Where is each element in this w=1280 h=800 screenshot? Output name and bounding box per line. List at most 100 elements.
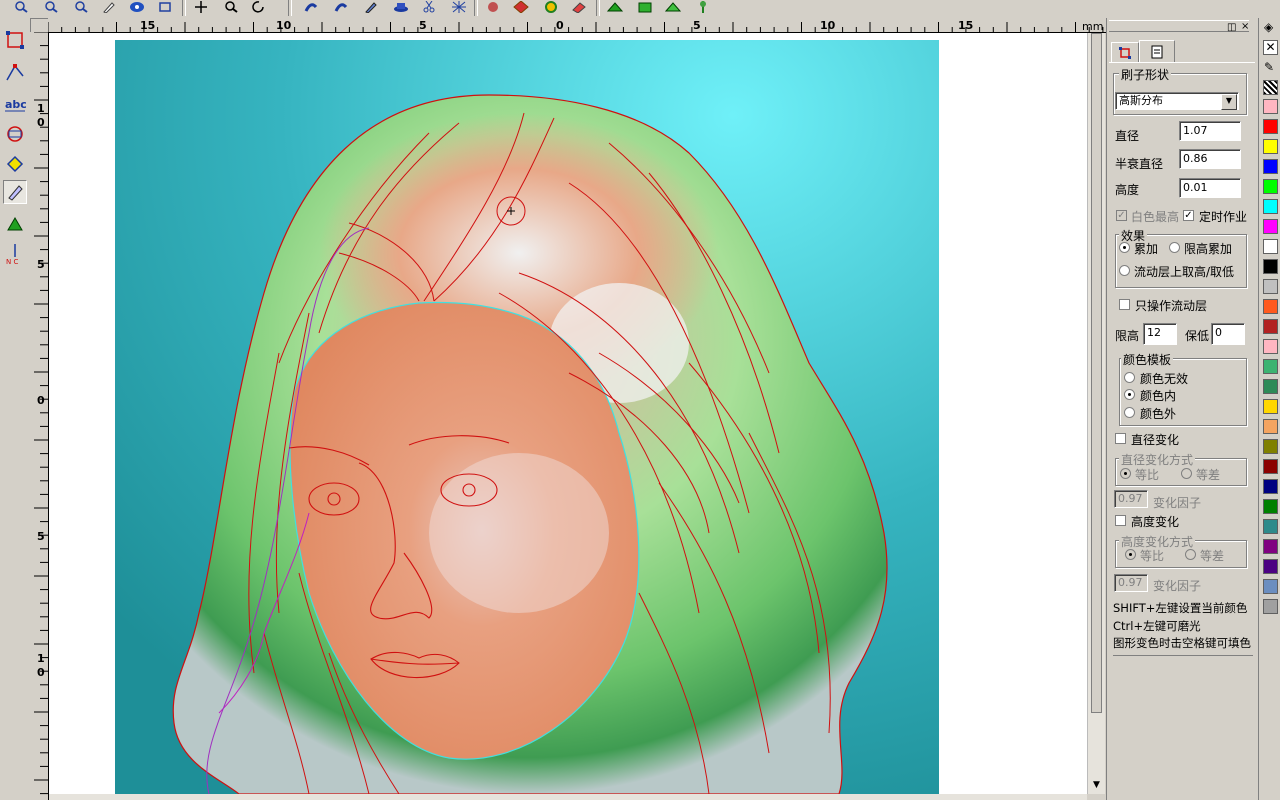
zoom-in-icon[interactable]: [42, 0, 60, 14]
color-swatch[interactable]: [1263, 559, 1278, 574]
color-swatch[interactable]: [1263, 199, 1278, 214]
color-swatch[interactable]: [1263, 179, 1278, 194]
layer-green-3-icon[interactable]: [664, 0, 682, 14]
color-swatch[interactable]: [1263, 99, 1278, 114]
edit-icon[interactable]: [100, 0, 118, 14]
timed-checkbox[interactable]: ✓: [1183, 210, 1194, 221]
scissors-icon[interactable]: [420, 0, 438, 14]
diameter-change-checkbox[interactable]: [1115, 433, 1126, 444]
brush-type-select[interactable]: 高斯分布 ▼: [1115, 92, 1239, 110]
shape-tool-icon[interactable]: [3, 122, 27, 146]
effect-flow-radio[interactable]: [1119, 265, 1130, 276]
tab-page[interactable]: [1139, 40, 1175, 63]
relief-tool-icon[interactable]: [3, 212, 27, 236]
color-swatch[interactable]: [1263, 319, 1278, 334]
zoom-window-icon[interactable]: [12, 0, 30, 14]
diameter-ratio-radio[interactable]: [1120, 468, 1131, 479]
color-swatch[interactable]: [1263, 519, 1278, 534]
pin-icon[interactable]: [694, 0, 712, 14]
color-swatch[interactable]: [1263, 299, 1278, 314]
half-decay-input[interactable]: 0.86: [1179, 149, 1241, 169]
color-outside-radio[interactable]: [1124, 407, 1135, 418]
color-swatch[interactable]: [1263, 219, 1278, 234]
color-swatch[interactable]: [1263, 479, 1278, 494]
sphere-icon[interactable]: [484, 0, 502, 14]
color-swatch[interactable]: [1263, 459, 1278, 474]
pattern-swatch-icon[interactable]: [1263, 80, 1278, 95]
text-tool-icon[interactable]: abc: [3, 92, 27, 116]
scroll-down-icon[interactable]: ▼: [1090, 780, 1103, 792]
color-swatch[interactable]: [1263, 599, 1278, 614]
rotate-icon[interactable]: [250, 0, 268, 14]
height-factor-input[interactable]: 0.97: [1114, 574, 1148, 592]
zoom-out-icon[interactable]: [72, 0, 90, 14]
only-flow-checkbox[interactable]: [1119, 299, 1130, 310]
layer-green-1-icon[interactable]: [606, 0, 624, 14]
relief-tool-1-icon[interactable]: [302, 0, 320, 14]
color-swatch[interactable]: [1263, 439, 1278, 454]
transform-tool-icon[interactable]: [3, 152, 27, 176]
diameter-input[interactable]: 1.07: [1179, 121, 1241, 141]
white-highest-checkbox[interactable]: ✓: [1116, 210, 1127, 221]
color-wheel-icon[interactable]: [542, 0, 560, 14]
height-change-label: 高度变化: [1131, 515, 1180, 529]
color-swatch[interactable]: [1263, 539, 1278, 554]
relief-artwork[interactable]: [49, 33, 1087, 794]
color-swatch[interactable]: [1263, 379, 1278, 394]
diamond-icon[interactable]: [512, 0, 530, 14]
relief-tool-2-icon[interactable]: [332, 0, 350, 14]
color-template-group: [1119, 358, 1247, 426]
effect-add-radio[interactable]: [1119, 242, 1130, 253]
color-swatch[interactable]: [1263, 139, 1278, 154]
keep-low-input[interactable]: 0: [1211, 323, 1245, 345]
color-swatch[interactable]: [1263, 499, 1278, 514]
height-change-checkbox[interactable]: [1115, 515, 1126, 526]
color-swatch[interactable]: [1263, 419, 1278, 434]
color-swatch[interactable]: [1263, 119, 1278, 134]
height-diff-radio[interactable]: [1185, 549, 1196, 560]
panel-restore-icon[interactable]: ◫: [1227, 22, 1236, 33]
color-swatch[interactable]: [1263, 339, 1278, 354]
diameter-factor-input[interactable]: 0.97: [1114, 490, 1148, 508]
color-swatch[interactable]: [1263, 399, 1278, 414]
effect-limit-add-radio[interactable]: [1169, 242, 1180, 253]
panel-close-icon[interactable]: ×: [1241, 21, 1249, 32]
height-ratio-radio[interactable]: [1125, 549, 1136, 560]
zoom-icon[interactable]: [222, 0, 240, 14]
node-edit-icon[interactable]: [3, 60, 27, 84]
limit-high-input[interactable]: 12: [1143, 323, 1177, 345]
brush-tool-icon[interactable]: [3, 180, 27, 204]
vertical-scrollbar[interactable]: ▼: [1087, 33, 1105, 794]
height-input[interactable]: 0.01: [1179, 178, 1241, 198]
dropdown-arrow-icon[interactable]: ▼: [1221, 94, 1237, 110]
only-flow-label: 只操作流动层: [1135, 299, 1208, 313]
color-swatch[interactable]: [1263, 239, 1278, 254]
no-color-icon[interactable]: ✕: [1263, 40, 1278, 55]
color-inside-label: 颜色内: [1140, 389, 1177, 403]
mesh-icon[interactable]: [450, 0, 468, 14]
fit-view-icon[interactable]: [156, 0, 174, 14]
paint-bucket-icon[interactable]: ◈: [1264, 20, 1273, 34]
eraser-icon[interactable]: [570, 0, 588, 14]
layer-green-2-icon[interactable]: [636, 0, 654, 14]
color-inside-radio[interactable]: [1124, 389, 1135, 400]
color-swatch[interactable]: [1263, 279, 1278, 294]
scroll-thumb[interactable]: [1091, 33, 1102, 713]
color-swatch[interactable]: [1263, 359, 1278, 374]
color-swatch[interactable]: [1263, 259, 1278, 274]
nc-tool-icon[interactable]: N C: [3, 242, 27, 266]
relief-tool-3-icon[interactable]: [362, 0, 380, 14]
diameter-diff-radio[interactable]: [1181, 468, 1192, 479]
horizontal-scrollbar[interactable]: [49, 794, 1087, 800]
color-swatch[interactable]: [1263, 159, 1278, 174]
relief-tool-4-icon[interactable]: [392, 0, 410, 14]
color-swatch[interactable]: [1263, 579, 1278, 594]
color-invalid-radio[interactable]: [1124, 372, 1135, 383]
eyedropper-icon[interactable]: ✎: [1264, 60, 1274, 74]
tab-brush[interactable]: [1111, 42, 1139, 63]
pan-icon[interactable]: [192, 0, 210, 14]
drawing-canvas[interactable]: [49, 33, 1087, 794]
ruler-label: 10: [820, 19, 836, 32]
view-3d-icon[interactable]: [128, 0, 146, 14]
select-rect-icon[interactable]: [3, 28, 27, 52]
